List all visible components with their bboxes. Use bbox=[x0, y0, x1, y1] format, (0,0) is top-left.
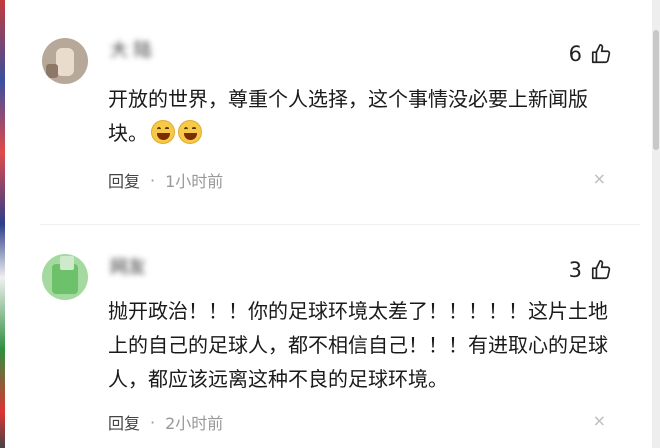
reply-button[interactable]: 回复 bbox=[108, 410, 140, 434]
grinning-face-icon bbox=[178, 120, 202, 144]
thumbs-up-icon[interactable] bbox=[590, 43, 612, 65]
like-control[interactable]: 3 bbox=[569, 258, 612, 282]
avatar[interactable] bbox=[42, 38, 88, 84]
like-control[interactable]: 6 bbox=[569, 42, 612, 66]
username-blurred[interactable]: 大 陆 bbox=[110, 38, 174, 64]
meta-separator: · bbox=[150, 170, 156, 190]
like-count: 6 bbox=[568, 42, 582, 66]
comment-meta: 回复 · 2小时前 bbox=[108, 410, 223, 434]
comment-item: 网友 3 抛开政治！！！你的足球环境太差了！！！！！这片土地上的自己的足球人，都… bbox=[0, 225, 652, 448]
close-icon[interactable]: × bbox=[593, 169, 606, 188]
comment-meta: 回复 · 1小时前 bbox=[108, 168, 223, 192]
comment-time: 2小时前 bbox=[165, 414, 224, 433]
meta-separator: · bbox=[150, 412, 156, 432]
scrollbar-thumb[interactable] bbox=[653, 30, 659, 150]
username-blurred[interactable]: 网友 bbox=[110, 255, 230, 281]
avatar-figure bbox=[56, 48, 74, 76]
comment-text: 开放的世界，尊重个人选择，这个事情没必要上新闻版块。 bbox=[108, 87, 588, 145]
like-count: 3 bbox=[568, 258, 582, 282]
comment-item: 大 陆 6 开放的世界，尊重个人选择，这个事情没必要上新闻版块。 回复 · 1小… bbox=[0, 0, 652, 225]
avatar-detail bbox=[46, 64, 58, 78]
comment-time: 1小时前 bbox=[165, 172, 224, 191]
comment-text: 抛开政治！！！你的足球环境太差了！！！！！这片土地上的自己的足球人，都不相信自己… bbox=[108, 299, 608, 391]
avatar[interactable] bbox=[42, 254, 88, 300]
comment-section: 大 陆 6 开放的世界，尊重个人选择，这个事情没必要上新闻版块。 回复 · 1小… bbox=[0, 0, 660, 448]
scrollbar[interactable] bbox=[652, 0, 660, 448]
close-icon[interactable]: × bbox=[593, 411, 606, 430]
avatar-detail bbox=[60, 256, 74, 270]
reply-button[interactable]: 回复 bbox=[108, 168, 140, 192]
thumbs-up-icon[interactable] bbox=[590, 259, 612, 281]
grinning-face-icon bbox=[151, 120, 175, 144]
